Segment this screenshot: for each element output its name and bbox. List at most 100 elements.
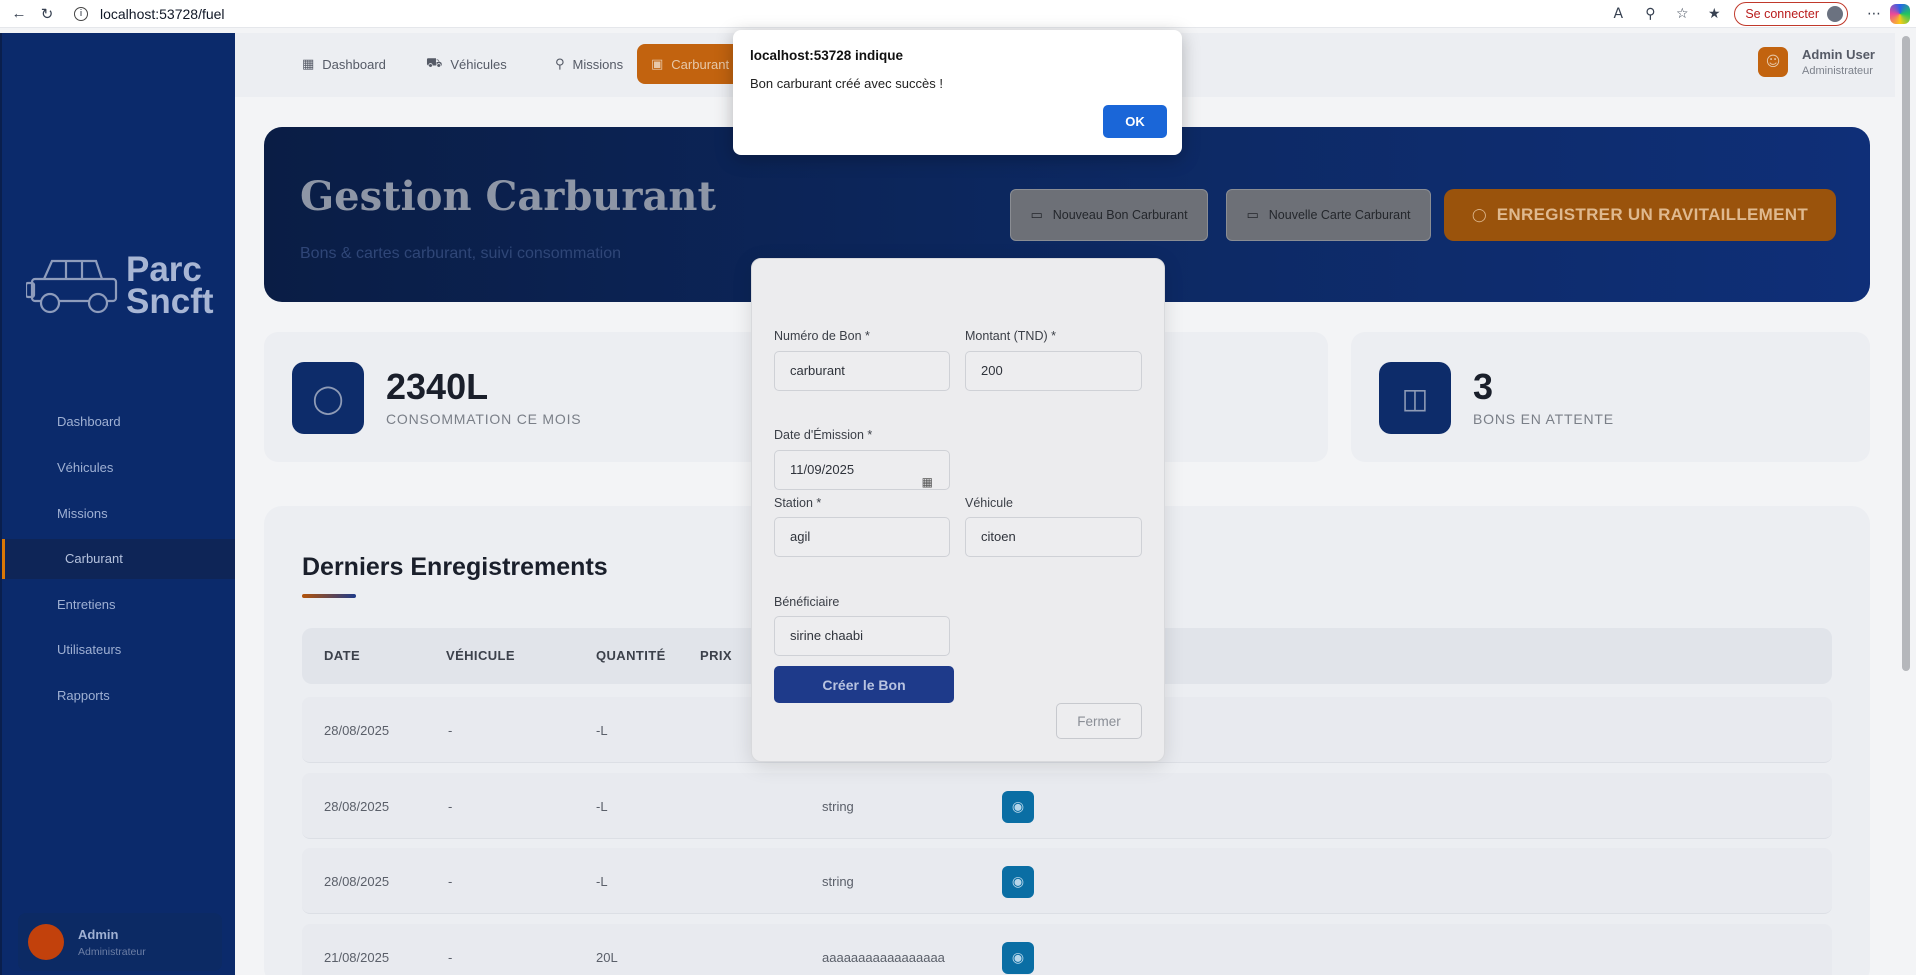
sidebar-item-entretiens[interactable]: Entretiens [2, 585, 235, 625]
jeep-icon [26, 259, 118, 314]
cell-date: 28/08/2025 [324, 874, 390, 889]
top-user-role: Administrateur [1802, 65, 1873, 77]
page-subtitle: Bons & cartes carburant, suivi consommat… [300, 245, 622, 262]
read-aloud-icon[interactable]: A [1609, 5, 1627, 23]
view-eye-icon[interactable]: ◉ [1002, 866, 1034, 898]
calendar-icon[interactable]: ▦ [922, 463, 933, 501]
tab-dashboard[interactable]: ▦ Dashboard [288, 44, 400, 84]
sidebar-user-role: Administrateur [78, 945, 146, 958]
zoom-out-icon[interactable]: ⚲ [1641, 5, 1659, 23]
cell-quantity: -L [596, 799, 608, 814]
view-eye-icon[interactable]: ◉ [1002, 942, 1034, 974]
vehicule-input[interactable]: citoen [965, 517, 1142, 557]
back-icon[interactable]: ← [10, 5, 28, 23]
cell-quantity: 20L [596, 950, 618, 965]
browser-actions: A ⚲ ☆ ★ Se connecter ⋯ [1602, 0, 1916, 28]
column-header: VÉHICULE [446, 648, 515, 663]
tab-label: Dashboard [322, 56, 386, 72]
stat-label: CONSOMMATION CE MOIS [386, 411, 582, 427]
tab-carburant[interactable]: ▣ Carburant [637, 44, 744, 84]
tab-label: Carburant [671, 56, 730, 72]
sidebar-user-card[interactable]: Admin Administrateur [18, 913, 222, 971]
record-refuel-button[interactable]: ◯ ENREGISTRER UN RAVITAILLEMENT [1444, 189, 1836, 241]
cell-date: 28/08/2025 [324, 799, 390, 814]
montant-input[interactable]: 200 [965, 351, 1142, 391]
fuel-drop-icon: ◯ [292, 362, 364, 434]
station-label: Station * [774, 496, 822, 510]
top-user-name: Admin User [1802, 47, 1875, 62]
stat-label: BONS EN ATTENTE [1473, 411, 1614, 427]
sidebar-item-dashboard[interactable]: Dashboard [2, 402, 235, 442]
tab-vehicules[interactable]: ⛟ Véhicules [412, 44, 521, 84]
cell-quantity: -L [596, 723, 608, 738]
inbox-icon: ◫ [1379, 362, 1451, 434]
numero-input[interactable]: carburant [774, 351, 950, 391]
favorites-list-icon[interactable]: ★ [1705, 5, 1723, 23]
alert-message: Bon carburant créé avec succès ! [750, 76, 943, 91]
beneficiaire-label: Bénéficiaire [774, 595, 840, 609]
avatar [28, 924, 64, 960]
sidebar-item-utilisateurs[interactable]: Utilisateurs [2, 630, 235, 670]
alert-title: localhost:53728 indique [750, 48, 904, 63]
favorite-star-icon[interactable]: ☆ [1673, 5, 1691, 23]
car-icon: ⛟ [426, 55, 443, 71]
sidebar: Parc Sncft Dashboard Véhicules Missions … [0, 33, 235, 975]
page-scrollbar[interactable] [1902, 36, 1910, 671]
fuel-drop-icon: ◯ [1471, 207, 1487, 223]
sidebar-item-carburant[interactable]: Carburant [2, 539, 235, 579]
app-logo: Parc Sncft [26, 252, 214, 321]
cell-date: 28/08/2025 [324, 723, 390, 738]
cell-text: aaaaaaaaaaaaaaaaa [822, 950, 945, 965]
reload-icon[interactable]: ↻ [38, 5, 56, 23]
tab-label: Missions [572, 56, 624, 72]
column-header: DATE [324, 648, 361, 663]
stat-value: 2340L [386, 366, 489, 407]
address-bar[interactable]: i localhost:53728/fuel [66, 1, 1566, 26]
new-fuel-voucher-label: Nouveau Bon Carburant [1052, 208, 1188, 222]
station-input[interactable]: agil [774, 517, 950, 557]
url-text: localhost:53728/fuel [100, 5, 225, 22]
vehicule-label: Véhicule [965, 496, 1013, 510]
new-fuel-card-button[interactable]: ▭ Nouvelle Carte Carburant [1226, 189, 1431, 241]
stat-card-pending: ◫ 3 BONS EN ATTENTE [1351, 332, 1870, 462]
new-fuel-voucher-button[interactable]: ▭ Nouveau Bon Carburant [1010, 189, 1208, 241]
monitor-icon: ▭ [1246, 207, 1259, 223]
view-eye-icon[interactable]: ◉ [1002, 791, 1034, 823]
table-row: 28/08/2025 - -L string ◉ [302, 848, 1832, 914]
top-user-menu[interactable]: ☺ Admin User Administrateur [1758, 47, 1875, 77]
sidebar-item-rapports[interactable]: Rapports [2, 676, 235, 716]
cell-vehicle: - [448, 799, 453, 814]
new-voucher-modal: Numéro de Bon * carburant Montant (TND) … [751, 258, 1165, 762]
fuel-icon: ▣ [651, 56, 664, 72]
tab-missions[interactable]: ⚲ Missions [541, 44, 637, 84]
cell-vehicle: - [448, 950, 453, 965]
sidebar-item-missions[interactable]: Missions [2, 494, 235, 534]
site-info-icon[interactable]: i [74, 6, 88, 21]
cell-text: string [822, 799, 854, 814]
numero-label: Numéro de Bon * [774, 329, 870, 343]
copilot-icon[interactable] [1890, 4, 1910, 24]
page-title: Gestion Carburant [300, 173, 716, 220]
alert-ok-button[interactable]: OK [1103, 105, 1167, 138]
beneficiaire-input[interactable]: sirine chaabi [774, 616, 950, 656]
close-modal-button[interactable]: Fermer [1056, 703, 1142, 739]
monitor-icon: ▭ [1030, 207, 1043, 223]
location-pin-icon: ⚲ [555, 56, 565, 72]
tab-label: Véhicules [450, 56, 507, 72]
sidebar-item-vehicules[interactable]: Véhicules [2, 448, 235, 488]
table-row: 21/08/2025 - 20L aaaaaaaaaaaaaaaaa ◉ [302, 924, 1832, 975]
profile-icon [1827, 6, 1843, 22]
sidebar-user-name: Admin [78, 926, 119, 942]
create-voucher-button[interactable]: Créer le Bon [774, 666, 954, 703]
stat-value: 3 [1473, 366, 1494, 407]
dashboard-icon: ▦ [302, 56, 315, 72]
new-fuel-card-label: Nouvelle Carte Carburant [1268, 208, 1411, 222]
title-underline [302, 594, 356, 598]
date-input[interactable]: 11/09/2025 ▦ [774, 450, 950, 490]
cell-vehicle: - [448, 874, 453, 889]
montant-label: Montant (TND) * [965, 329, 1056, 343]
more-menu-icon[interactable]: ⋯ [1865, 5, 1883, 23]
sign-in-button[interactable]: Se connecter [1734, 2, 1848, 26]
section-title: Derniers Enregistrements [302, 553, 608, 581]
logo-line-2: Sncft [126, 282, 214, 321]
